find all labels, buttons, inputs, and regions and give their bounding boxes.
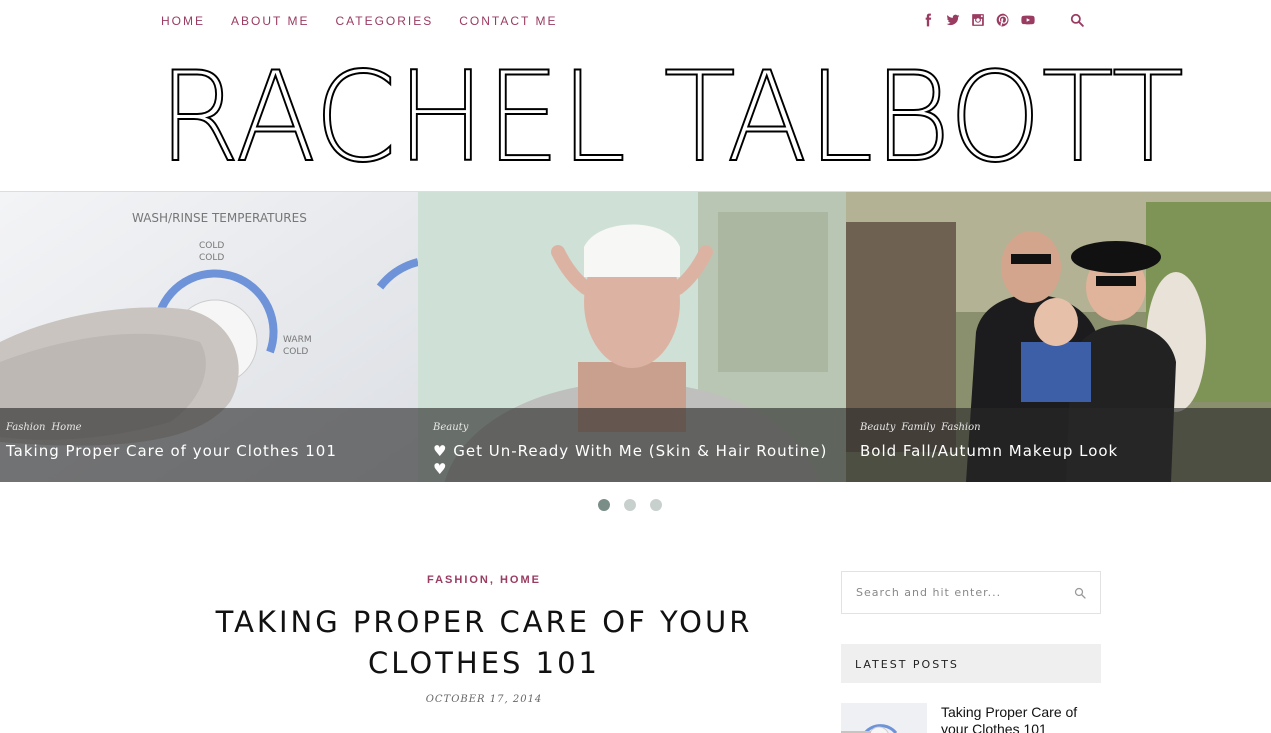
slider-pagination xyxy=(598,499,676,511)
sidebar-search-input[interactable] xyxy=(842,572,1052,613)
slide-2-categories: Beauty xyxy=(433,422,840,433)
search-icon[interactable] xyxy=(1070,12,1086,28)
latest-post-thumbnail[interactable] xyxy=(841,703,927,733)
top-nav: HOME ABOUT ME CATEGORIES CONTACT ME xyxy=(0,0,1271,42)
slide-2[interactable]: Beauty ♥ Get Un-Ready With Me (Skin & Ha… xyxy=(418,192,846,482)
sidebar-search-box xyxy=(841,571,1101,614)
slide-3[interactable]: Beauty Family Fashion Bold Fall/Autumn Mak… xyxy=(846,192,1271,482)
slide-1-caption: Fashion Home Taking Proper Care of your C… xyxy=(0,408,418,482)
nav-contact-me[interactable]: CONTACT ME xyxy=(459,14,557,28)
post-date: OCTOBER 17, 2014 xyxy=(425,694,543,705)
slide-1-categories: Fashion Home xyxy=(6,422,412,433)
logo-text: RACHEL TALBOTT xyxy=(158,46,1184,176)
slider-dot-2[interactable] xyxy=(624,499,636,511)
slide-category-link[interactable]: Beauty xyxy=(860,422,895,433)
pinterest-icon[interactable] xyxy=(995,12,1011,28)
site-logo[interactable]: RACHEL TALBOTT xyxy=(157,45,1188,191)
main-menu: HOME ABOUT ME CATEGORIES CONTACT ME xyxy=(161,14,584,28)
nav-categories[interactable]: CATEGORIES xyxy=(335,14,433,28)
slide-3-caption: Beauty Family Fashion Bold Fall/Autumn Mak… xyxy=(846,408,1271,482)
slider-dot-1[interactable] xyxy=(598,499,610,511)
slide-1[interactable]: WASH/RINSE TEMPERATURES COLD COLD WARM C… xyxy=(0,192,418,482)
logo-wordmark: RACHEL TALBOTT xyxy=(157,45,1185,191)
latest-post-item[interactable]: Taking Proper Care of your Clothes 101 xyxy=(841,703,1101,733)
slide-category-link[interactable]: Fashion xyxy=(941,422,980,433)
twitter-icon[interactable] xyxy=(945,12,961,28)
featured-slider: WASH/RINSE TEMPERATURES COLD COLD WARM C… xyxy=(0,191,1271,482)
slide-category-link[interactable]: Family xyxy=(901,422,935,433)
slider-dot-3[interactable] xyxy=(650,499,662,511)
latest-posts-heading: LATEST POSTS xyxy=(841,644,1101,683)
post-title[interactable]: TAKING PROPER CARE OF YOUR CLOTHES 101 xyxy=(200,602,768,684)
latest-post-image xyxy=(841,703,927,733)
nav-about-me[interactable]: ABOUT ME xyxy=(231,14,309,28)
svg-text:COLD: COLD xyxy=(199,253,224,263)
nav-home[interactable]: HOME xyxy=(161,14,205,28)
slide-category-link[interactable]: Fashion xyxy=(6,422,45,433)
svg-text:COLD: COLD xyxy=(199,241,224,251)
social-links xyxy=(920,12,1045,28)
youtube-icon[interactable] xyxy=(1020,12,1036,28)
slide-2-title[interactable]: ♥ Get Un-Ready With Me (Skin & Hair Rout… xyxy=(433,442,840,478)
svg-text:WASH/RINSE TEMPERATURES: WASH/RINSE TEMPERATURES xyxy=(132,211,307,225)
slide-1-title[interactable]: Taking Proper Care of your Clothes 101 xyxy=(6,442,412,460)
post-categories[interactable]: FASHION, HOME xyxy=(0,574,968,586)
latest-post-title[interactable]: Taking Proper Care of your Clothes 101 xyxy=(941,704,1101,733)
slide-3-title[interactable]: Bold Fall/Autumn Makeup Look xyxy=(860,442,1265,460)
facebook-icon[interactable] xyxy=(920,12,936,28)
slide-2-caption: Beauty ♥ Get Un-Ready With Me (Skin & Ha… xyxy=(418,408,846,482)
search-icon[interactable] xyxy=(1074,587,1086,599)
svg-text:COLD: COLD xyxy=(283,347,308,357)
instagram-icon[interactable] xyxy=(970,12,986,28)
svg-text:WARM: WARM xyxy=(283,335,312,345)
slide-category-link[interactable]: Beauty xyxy=(433,422,468,433)
slide-3-categories: Beauty Family Fashion xyxy=(860,422,1265,433)
slide-category-link[interactable]: Home xyxy=(51,422,81,433)
